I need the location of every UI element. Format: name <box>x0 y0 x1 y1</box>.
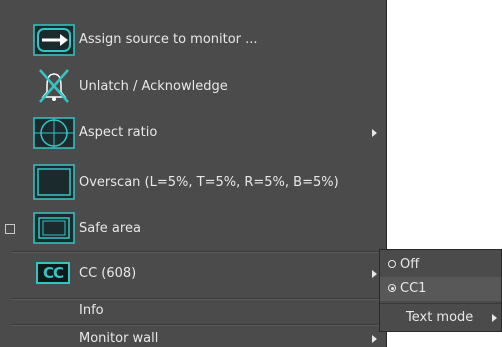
menu-item-label: Info <box>79 303 104 318</box>
menu-item-assign-source[interactable]: Assign source to monitor ... <box>0 22 387 58</box>
overscan-icon <box>33 164 75 200</box>
safe-area-icon <box>33 212 75 244</box>
cc-icon: CC <box>36 262 70 284</box>
menu-item-aspect-ratio[interactable]: Aspect ratio <box>0 115 387 151</box>
chevron-right-icon <box>372 335 377 343</box>
submenu-item-cc1[interactable]: CC1 <box>380 277 501 301</box>
menu-item-label: Safe area <box>79 221 141 236</box>
menu-item-label: Assign source to monitor ... <box>79 32 258 47</box>
chevron-right-icon <box>492 314 497 322</box>
submenu-item-label: CC1 <box>400 281 427 296</box>
assign-source-icon <box>33 24 75 56</box>
menu-item-cc608[interactable]: CC CC (608) <box>0 256 387 292</box>
submenu-item-off[interactable]: Off <box>380 253 501 277</box>
menu-item-unlatch[interactable]: Unlatch / Acknowledge <box>0 66 387 106</box>
submenu-item-label: Text mode <box>406 310 474 325</box>
chevron-right-icon <box>372 129 377 137</box>
menu-item-monitor-wall[interactable]: Monitor wall <box>0 328 387 347</box>
menu-item-label: Unlatch / Acknowledge <box>79 79 228 94</box>
context-menu: Assign source to monitor ... Unlatch / A… <box>0 0 387 347</box>
menu-item-overscan[interactable]: Overscan (L=5%, T=5%, R=5%, B=5%) <box>0 162 387 202</box>
menu-item-label: Aspect ratio <box>79 125 158 140</box>
menu-item-safe-area[interactable]: Safe area <box>0 211 387 245</box>
menu-separator-highlight <box>12 325 387 326</box>
submenu-separator <box>380 303 501 304</box>
unlatch-bell-icon <box>33 68 75 104</box>
menu-item-label: Overscan (L=5%, T=5%, R=5%, B=5%) <box>79 175 339 190</box>
submenu-item-label: Off <box>400 257 420 272</box>
menu-item-info[interactable]: Info <box>0 300 387 323</box>
submenu-item-text-mode[interactable]: Text mode <box>380 306 501 330</box>
aspect-ratio-icon <box>33 117 75 149</box>
cc-submenu: Off CC1 Text mode <box>379 249 502 332</box>
menu-separator-highlight <box>12 252 387 253</box>
menu-item-label: Monitor wall <box>79 331 159 346</box>
radio-cc1[interactable] <box>388 284 396 292</box>
radio-off[interactable] <box>388 260 396 268</box>
safe-area-checkbox[interactable] <box>5 224 15 234</box>
chevron-right-icon <box>372 270 377 278</box>
menu-item-label: CC (608) <box>79 266 137 281</box>
